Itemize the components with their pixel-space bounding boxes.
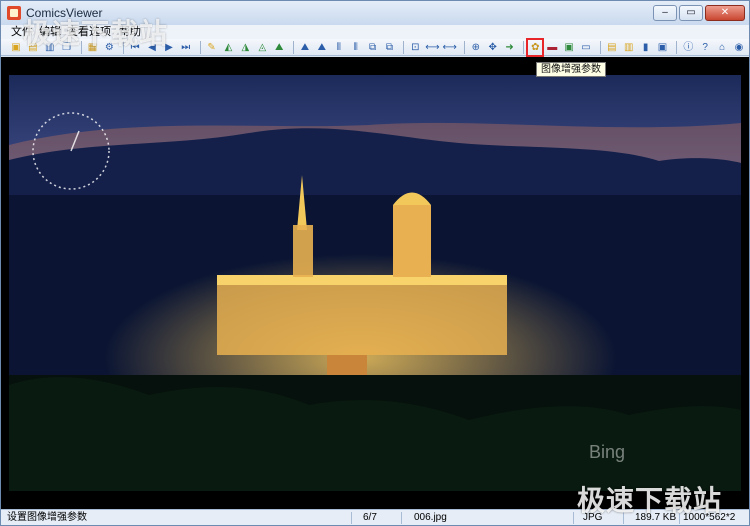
fit-width-icon[interactable]: ⟷ <box>425 40 439 55</box>
about-icon[interactable]: ◉ <box>732 40 746 55</box>
bing-watermark: Bing <box>589 442 626 462</box>
status-divider <box>401 512 402 524</box>
split-icon[interactable]: ⦀ <box>332 40 346 55</box>
toolbar-separator <box>463 40 465 54</box>
status-divider <box>351 512 352 524</box>
watermark-top: 极速下载站 <box>23 18 169 49</box>
bookmark-icon[interactable]: ▥ <box>622 40 636 55</box>
flip-horizontal-icon[interactable]: ◬ <box>255 40 269 55</box>
single-page-icon[interactable]: ⧉ <box>383 40 397 55</box>
toolbar-separator <box>523 40 525 54</box>
app-window: ComicsViewer – ▭ ✕ 文件 编辑 查看 选项 帮助 ▣ ▤ ▥ … <box>0 0 750 526</box>
next-page-icon[interactable]: ⏭ <box>179 40 193 55</box>
toolbar-separator <box>676 40 678 54</box>
status-filename: 006.jpg <box>414 512 447 523</box>
library-icon[interactable]: ▤ <box>605 40 619 55</box>
app-icon <box>7 6 21 20</box>
status-hint: 设置图像增强参数 <box>7 512 87 523</box>
double-page-icon[interactable]: ⧉ <box>366 40 380 55</box>
displayed-image <box>9 75 741 491</box>
window-icon[interactable]: ▭ <box>579 40 593 55</box>
tooltip: 图像增强参数 <box>536 62 606 77</box>
help-icon[interactable]: ? <box>698 40 712 55</box>
maximize-button[interactable]: ▭ <box>679 5 703 21</box>
zoom-icon[interactable]: ⊕ <box>469 40 483 55</box>
toolbar-separator <box>599 40 601 54</box>
edit-icon[interactable]: ✎ <box>205 40 219 55</box>
move-icon[interactable]: ✥ <box>486 40 500 55</box>
open-folder-icon[interactable]: ▣ <box>9 40 23 55</box>
book-icon[interactable]: ▮ <box>639 40 653 55</box>
color-icon[interactable]: ▬ <box>545 40 559 55</box>
toolbar-separator <box>199 40 201 54</box>
rotate-right-icon[interactable]: ◮ <box>238 40 252 55</box>
rotate-left-icon[interactable]: ◭ <box>222 40 236 55</box>
image-enhance-icon[interactable]: ✿ <box>526 37 545 57</box>
window-controls: – ▭ ✕ <box>653 5 745 21</box>
mirror2-icon[interactable]: ⛰ <box>315 40 329 55</box>
fit-height-icon[interactable]: ⟷ <box>443 40 457 55</box>
merge-icon[interactable]: ⦀ <box>349 40 363 55</box>
toolbar-separator <box>403 40 405 54</box>
flip-vertical-icon[interactable]: ⛰ <box>272 40 286 55</box>
info-icon[interactable]: ⓘ <box>681 40 695 55</box>
watermark-bottom: 极速下载站 <box>577 485 723 516</box>
archive-icon[interactable]: ▣ <box>656 40 670 55</box>
fit-window-icon[interactable]: ⊡ <box>408 40 422 55</box>
home-icon[interactable]: ⌂ <box>715 40 729 55</box>
view-mode-icon[interactable]: ▣ <box>562 40 576 55</box>
status-page: 6/7 <box>363 512 377 523</box>
mirror-icon[interactable]: ⛰ <box>298 40 312 55</box>
status-divider <box>573 512 574 524</box>
minimize-button[interactable]: – <box>653 5 677 21</box>
close-button[interactable]: ✕ <box>705 5 745 21</box>
toolbar-separator <box>293 40 295 54</box>
goto-icon[interactable]: ➜ <box>503 40 517 55</box>
image-viewer[interactable]: 图像增强参数 <box>1 57 749 509</box>
